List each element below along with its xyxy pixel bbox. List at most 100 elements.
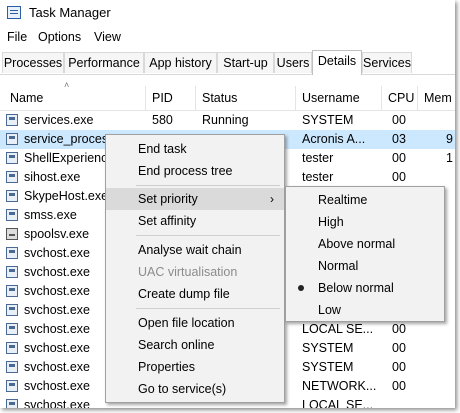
tab-processes[interactable]: Processes bbox=[2, 52, 64, 73]
priority-high[interactable]: High bbox=[286, 211, 444, 233]
process-username: LOCAL SE... bbox=[302, 398, 374, 408]
process-pid: 580 bbox=[152, 113, 173, 127]
column-status[interactable]: Status bbox=[196, 86, 296, 110]
process-cpu: 00 bbox=[392, 322, 406, 336]
menu-item-label: Realtime bbox=[318, 193, 368, 207]
column-cpu[interactable]: CPU bbox=[382, 86, 418, 110]
process-cpu: 03 bbox=[392, 132, 406, 146]
process-icon bbox=[6, 114, 18, 126]
menu-set-priority[interactable]: Set priority › bbox=[106, 188, 284, 210]
menu-options[interactable]: Options bbox=[38, 30, 81, 44]
menu-separator bbox=[136, 235, 280, 236]
process-icon bbox=[6, 209, 18, 221]
menu-item-label: Create dump file bbox=[138, 287, 230, 301]
process-username: tester bbox=[302, 170, 334, 184]
priority-realtime[interactable]: Realtime bbox=[286, 189, 444, 211]
menu-item-label: High bbox=[318, 215, 344, 229]
process-cpu bbox=[392, 396, 416, 408]
column-username[interactable]: Username bbox=[296, 86, 382, 110]
column-memory[interactable]: Mem bbox=[418, 86, 455, 110]
process-memory bbox=[446, 282, 455, 301]
tab-details[interactable]: Details bbox=[312, 50, 362, 75]
process-memory bbox=[446, 206, 455, 225]
process-status: Running bbox=[202, 113, 249, 127]
process-cpu: 00 bbox=[392, 360, 406, 374]
process-username: SYSTEM bbox=[302, 341, 354, 355]
process-name: services.exe bbox=[24, 113, 94, 127]
process-memory bbox=[446, 168, 455, 187]
process-icon bbox=[6, 266, 18, 278]
process-icon bbox=[6, 190, 18, 202]
context-menu: End task End process tree Set priority › Set… bbox=[105, 134, 285, 403]
menu-item-label: Set affinity bbox=[138, 214, 197, 228]
process-username: tester bbox=[302, 151, 334, 165]
tab-performance[interactable]: Performance bbox=[64, 52, 144, 73]
title-bar: Task Manager bbox=[0, 0, 455, 26]
process-memory bbox=[446, 396, 455, 408]
menu-item-label: Set priority bbox=[138, 192, 198, 206]
column-pid[interactable]: PID bbox=[146, 86, 196, 110]
process-cpu: 00 bbox=[392, 379, 406, 393]
process-memory bbox=[446, 244, 455, 263]
process-icon bbox=[6, 304, 18, 316]
menu-uac-virtualisation: UAC virtualisation bbox=[106, 261, 284, 283]
menu-open-file-location[interactable]: Open file location bbox=[106, 312, 284, 334]
priority-above-normal[interactable]: Above normal bbox=[286, 233, 444, 255]
menu-item-label: UAC virtualisation bbox=[138, 265, 238, 279]
menu-view[interactable]: View bbox=[94, 30, 121, 44]
process-username: LOCAL SE... bbox=[302, 322, 374, 336]
process-username: SYSTEM bbox=[302, 360, 354, 374]
process-icon bbox=[6, 342, 18, 354]
task-manager-icon bbox=[7, 6, 21, 19]
table-row[interactable]: services.exe 580 Running SYSTEM 00 bbox=[0, 111, 455, 130]
priority-normal[interactable]: Normal bbox=[286, 255, 444, 277]
process-memory bbox=[446, 187, 455, 206]
menu-end-task[interactable]: End task bbox=[106, 138, 284, 160]
process-memory bbox=[446, 263, 455, 282]
radio-dot-icon bbox=[298, 285, 304, 291]
menu-item-label: Normal bbox=[318, 259, 359, 273]
menu-create-dump-file[interactable]: Create dump file bbox=[106, 283, 284, 305]
process-icon bbox=[6, 133, 18, 145]
tab-services[interactable]: Services bbox=[362, 52, 412, 73]
process-memory bbox=[446, 339, 455, 358]
menu-properties[interactable]: Properties bbox=[106, 356, 284, 378]
process-icon bbox=[6, 323, 18, 335]
process-memory bbox=[446, 111, 455, 130]
menu-search-online[interactable]: Search online bbox=[106, 334, 284, 356]
process-memory bbox=[446, 320, 455, 339]
process-memory bbox=[446, 225, 455, 244]
process-memory bbox=[446, 358, 455, 377]
process-icon bbox=[6, 247, 18, 259]
printer-icon bbox=[6, 228, 18, 240]
menu-item-label: End task bbox=[138, 142, 187, 156]
menu-item-label: Low bbox=[318, 303, 341, 317]
window-title: Task Manager bbox=[29, 5, 111, 20]
menu-file[interactable]: File bbox=[7, 30, 27, 44]
tab-start-up[interactable]: Start-up bbox=[217, 52, 274, 73]
process-memory bbox=[446, 377, 455, 396]
process-icon bbox=[6, 285, 18, 297]
column-header-row: Name PID Status Username CPU Mem bbox=[0, 86, 455, 111]
tab-users[interactable]: Users bbox=[274, 52, 312, 73]
process-icon bbox=[6, 152, 18, 164]
process-icon bbox=[6, 399, 18, 408]
process-cpu: 00 bbox=[392, 341, 406, 355]
tab-app-history[interactable]: App history bbox=[144, 52, 217, 73]
priority-below-normal[interactable]: Below normal bbox=[286, 277, 444, 299]
process-cpu: 00 bbox=[392, 113, 406, 127]
process-username: NETWORK... bbox=[302, 379, 377, 393]
menu-go-to-services[interactable]: Go to service(s) bbox=[106, 378, 284, 400]
menu-item-label: Go to service(s) bbox=[138, 382, 227, 396]
process-icon bbox=[6, 380, 18, 392]
menu-item-label: End process tree bbox=[138, 164, 233, 178]
column-name[interactable]: Name bbox=[4, 86, 146, 110]
menu-set-affinity[interactable]: Set affinity bbox=[106, 210, 284, 232]
process-cpu: 00 bbox=[392, 151, 406, 165]
menu-analyse-wait-chain[interactable]: Analyse wait chain bbox=[106, 239, 284, 261]
menu-end-process-tree[interactable]: End process tree bbox=[106, 160, 284, 182]
process-username: SYSTEM bbox=[302, 113, 354, 127]
priority-low[interactable]: Low bbox=[286, 299, 444, 321]
process-memory: 1 bbox=[446, 151, 453, 165]
menu-separator bbox=[136, 308, 280, 309]
